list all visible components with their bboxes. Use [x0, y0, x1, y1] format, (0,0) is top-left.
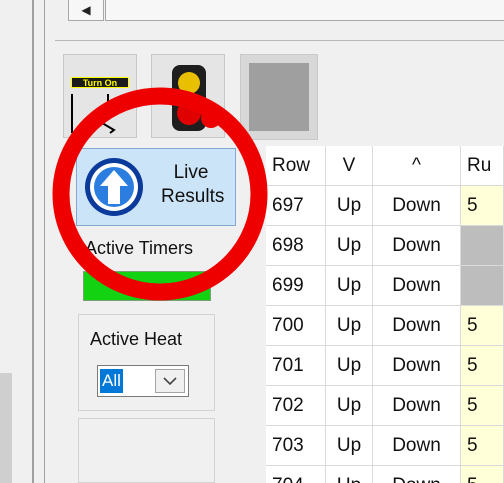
live-results-button[interactable]: Live Results — [76, 148, 236, 226]
row-number-cell[interactable]: 697 — [266, 186, 326, 226]
column-header[interactable]: Row — [266, 146, 326, 186]
run-cell[interactable] — [461, 226, 504, 266]
run-cell[interactable] — [461, 266, 504, 306]
run-cell[interactable]: 5 — [461, 386, 504, 426]
up-arrow-circle-icon — [85, 158, 143, 216]
blank-square-icon — [249, 63, 309, 131]
up-button-cell[interactable]: Up — [326, 186, 373, 226]
active-heat-value: All — [100, 369, 123, 393]
column-header[interactable]: V — [326, 146, 373, 186]
run-cell[interactable]: 5 — [461, 426, 504, 466]
row-number-cell[interactable]: 704 — [266, 466, 326, 483]
down-button-cell[interactable]: Down — [373, 426, 461, 466]
row-selector[interactable] — [249, 226, 266, 266]
down-button-cell[interactable]: Down — [373, 266, 461, 306]
left-scroll-region — [0, 373, 12, 483]
turn-on-switch-icon — [71, 94, 116, 134]
up-button-cell[interactable]: Up — [326, 266, 373, 306]
row-number-cell[interactable]: 701 — [266, 346, 326, 386]
splitter-line — [32, 0, 34, 483]
run-cell[interactable]: 5 — [461, 186, 504, 226]
down-button-cell[interactable]: Down — [373, 386, 461, 426]
down-button-cell[interactable]: Down — [373, 226, 461, 266]
live-results-label: Live Results — [161, 162, 225, 207]
up-button-cell[interactable]: Up — [326, 426, 373, 466]
blank-button[interactable] — [240, 54, 318, 140]
down-button-cell[interactable]: Down — [373, 346, 461, 386]
active-timers-label: Active Timers — [85, 238, 194, 258]
active-heat-select[interactable]: All — [97, 365, 189, 397]
up-button-cell[interactable]: Up — [326, 226, 373, 266]
row-number-cell[interactable]: 700 — [266, 306, 326, 346]
row-selector[interactable] — [249, 386, 266, 426]
header-row-lead — [249, 146, 266, 186]
down-button-cell[interactable]: Down — [373, 466, 461, 483]
active-heat-group: Active Heat All — [78, 314, 215, 411]
traffic-light-icon — [172, 65, 206, 131]
up-button-cell[interactable]: Up — [326, 466, 373, 483]
up-button-cell[interactable]: Up — [326, 346, 373, 386]
scroll-left-button[interactable]: ◀ — [68, 0, 104, 21]
left-arrow-icon: ◀ — [81, 3, 91, 17]
traffic-light-button[interactable] — [151, 54, 225, 138]
row-number-cell[interactable]: 698 — [266, 226, 326, 266]
down-button-cell[interactable]: Down — [373, 306, 461, 346]
active-heat-label: Active Heat — [90, 329, 183, 349]
column-header[interactable]: ^ — [373, 146, 461, 186]
row-selector[interactable] — [249, 266, 266, 306]
active-timers-indicator — [83, 271, 211, 301]
results-grid: Row V ^ Ru 697 Up Down 5 698 Up Down 699 Up Down 700 Up… — [249, 146, 504, 483]
chevron-down-icon[interactable] — [155, 369, 185, 393]
row-number-cell[interactable]: 703 — [266, 426, 326, 466]
column-header[interactable]: Ru — [461, 146, 504, 186]
row-selector[interactable] — [249, 306, 266, 346]
row-number-cell[interactable]: 699 — [266, 266, 326, 306]
lower-panel — [78, 418, 215, 483]
down-button-cell[interactable]: Down — [373, 186, 461, 226]
up-button-cell[interactable]: Up — [326, 386, 373, 426]
row-selector[interactable] — [249, 466, 266, 483]
run-cell[interactable]: 5 — [461, 466, 504, 483]
run-cell[interactable]: 5 — [461, 346, 504, 386]
turn-on-button[interactable]: Turn On — [63, 54, 137, 138]
row-selector[interactable] — [249, 186, 266, 226]
row-selector[interactable] — [249, 426, 266, 466]
row-number-cell[interactable]: 702 — [266, 386, 326, 426]
top-field[interactable] — [105, 0, 504, 21]
up-button-cell[interactable]: Up — [326, 306, 373, 346]
run-cell[interactable]: 5 — [461, 306, 504, 346]
row-selector[interactable] — [249, 346, 266, 386]
